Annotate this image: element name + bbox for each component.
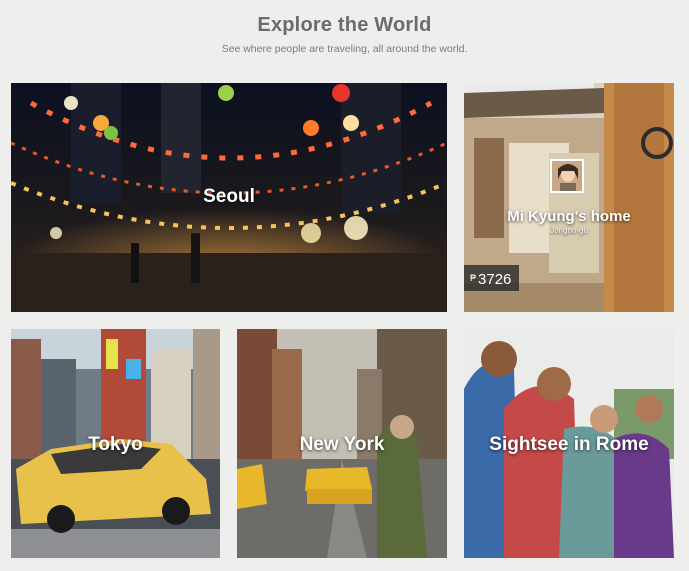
tile-label-rome: Sightsee in Rome [489,434,649,455]
listing-tile-home[interactable]: Mi Kyung's home Jongno-gu ₱ 3726 [464,83,674,312]
host-avatar [550,159,584,193]
page-subtitle: See where people are traveling, all arou… [221,43,468,55]
destination-tile-tokyo[interactable]: Tokyo [11,329,220,558]
destination-tile-new-york[interactable]: New York [237,329,447,558]
destination-tile-seoul[interactable]: Seoul [11,83,447,312]
experience-tile-rome[interactable]: Sightsee in Rome [464,329,674,558]
tile-label-new-york: New York [299,434,385,455]
host-location: Jongno-gu [550,226,588,235]
page-title: Explore the World [257,14,432,36]
price-value: 3726 [478,271,512,288]
tile-label-seoul: Seoul [203,186,255,207]
currency-symbol: ₱ [470,273,477,283]
price-badge: ₱ 3726 [464,265,520,291]
tile-label-tokyo: Tokyo [88,434,143,455]
host-name: Mi Kyung's home [507,208,631,225]
